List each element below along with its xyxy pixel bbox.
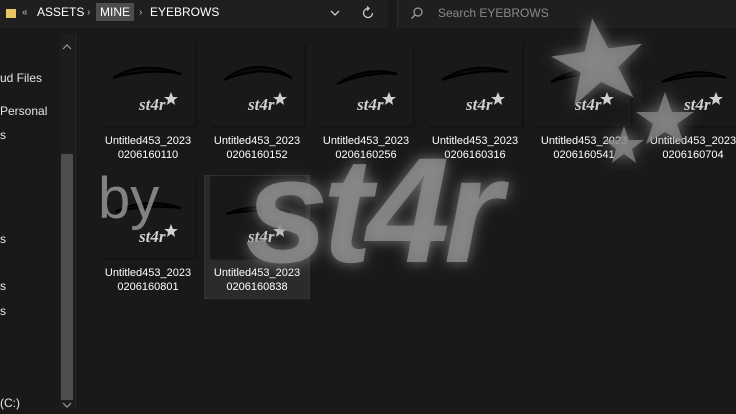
file-thumbnail: st4r	[210, 176, 304, 258]
file-thumbnail: st4r	[101, 44, 195, 126]
navigation-pane: ud Files Personal s s s s (C:)	[0, 34, 76, 410]
svg-text:st4r: st4r	[247, 227, 275, 246]
nav-item-personal[interactable]: Personal	[0, 104, 47, 118]
file-name: Untitled453_2023 0206160541	[540, 135, 628, 161]
file-thumbnail: st4r	[210, 44, 304, 126]
svg-text:st4r: st4r	[138, 227, 166, 246]
breadcrumb-overflow-icon[interactable]: «	[22, 7, 28, 18]
file-name: Untitled453_2023 0206160838	[213, 267, 301, 293]
search-input[interactable]: Search EYEBROWS	[438, 6, 549, 20]
file-name: Untitled453_2023 0206160316	[431, 135, 519, 161]
scroll-up-icon[interactable]	[62, 38, 72, 50]
file-name: Untitled453_2023 0206160801	[104, 267, 192, 293]
nav-item[interactable]: s	[0, 128, 6, 142]
svg-text:st4r: st4r	[574, 95, 602, 114]
file-thumbnail: st4r	[428, 44, 522, 126]
breadcrumb-mine[interactable]: MINE	[96, 3, 134, 21]
search-icon	[410, 6, 424, 20]
file-item[interactable]: st4r Untitled453_2023 0206160110	[96, 44, 200, 166]
breadcrumb-separator-icon[interactable]: ›	[139, 7, 142, 18]
breadcrumb-eyebrows[interactable]: EYEBROWS	[150, 5, 219, 19]
file-item[interactable]: st4r Untitled453_2023 0206160541	[532, 44, 636, 166]
chevron-down-icon[interactable]	[328, 6, 342, 20]
nav-item[interactable]: s	[0, 279, 6, 293]
file-name: Untitled453_2023 0206160152	[213, 135, 301, 161]
refresh-icon[interactable]	[360, 5, 376, 21]
svg-text:st4r: st4r	[138, 95, 166, 114]
folder-icon	[6, 7, 16, 22]
file-item[interactable]: st4r Untitled453_2023 0206160316	[423, 44, 527, 166]
file-item[interactable]: st4r Untitled453_2023 0206160838	[204, 175, 310, 299]
address-bar[interactable]: « ASSETS › MINE › EYEBROWS	[0, 0, 388, 28]
file-name: Untitled453_2023 0206160110	[104, 135, 192, 161]
pane-divider	[75, 34, 76, 408]
file-thumbnail: st4r	[101, 176, 195, 258]
file-thumbnail: st4r	[319, 44, 413, 126]
file-name: Untitled453_2023 0206160704	[649, 135, 736, 161]
file-item[interactable]: st4r Untitled453_2023 0206160256	[314, 44, 418, 166]
breadcrumb-separator-icon[interactable]: ›	[87, 7, 90, 18]
nav-item-cloud-files[interactable]: ud Files	[0, 71, 42, 85]
scroll-down-icon[interactable]	[62, 396, 72, 408]
file-thumbnail: st4r	[537, 44, 631, 126]
file-thumbnail: st4r	[646, 44, 736, 126]
breadcrumb-assets[interactable]: ASSETS	[37, 5, 84, 19]
file-item[interactable]: st4r Untitled453_2023 0206160704	[641, 44, 736, 166]
scrollbar-thumb[interactable]	[61, 154, 73, 400]
search-box[interactable]: Search EYEBROWS	[397, 0, 736, 28]
file-name: Untitled453_2023 0206160256	[322, 135, 410, 161]
svg-text:st4r: st4r	[465, 95, 493, 114]
file-item[interactable]: st4r Untitled453_2023 0206160801	[96, 176, 200, 298]
file-item[interactable]: st4r Untitled453_2023 0206160152	[205, 44, 309, 166]
svg-text:st4r: st4r	[356, 95, 384, 114]
svg-text:st4r: st4r	[247, 95, 275, 114]
svg-text:st4r: st4r	[683, 95, 711, 114]
top-bar: « ASSETS › MINE › EYEBROWS Search EYEBRO…	[0, 0, 736, 28]
nav-item[interactable]: s	[0, 232, 6, 246]
nav-item[interactable]: s	[0, 304, 6, 318]
